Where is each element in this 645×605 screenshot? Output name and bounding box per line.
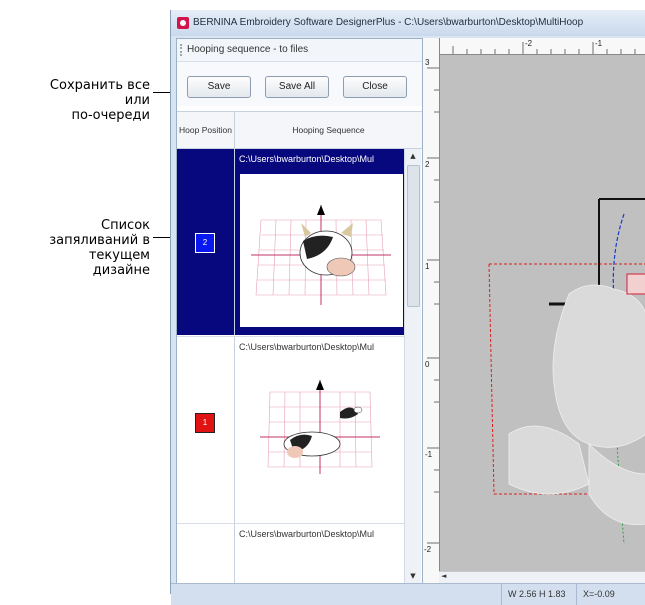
hooping-sequence-cell: C:\Users\bwarburton\Desktop\Mul (235, 524, 404, 584)
button-bar: Save Save All Close (177, 62, 422, 106)
design-thumbnail (240, 174, 403, 327)
ruler-label: -2 (424, 545, 432, 554)
save-button[interactable]: Save (187, 76, 251, 98)
hoop-position-cell: 1 (177, 337, 235, 523)
column-hoop-position[interactable]: Hoop Position (177, 112, 235, 148)
title-bar: BERNINA Embroidery Software DesignerPlus… (171, 10, 645, 36)
hoop-position-badge: 2 (195, 233, 215, 253)
ruler-label: 2 (425, 160, 430, 169)
ruler-label: 0 (425, 360, 430, 369)
hooping-sequence-panel: Hooping sequence - to files Save Save Al… (176, 38, 423, 585)
close-button[interactable]: Close (343, 76, 407, 98)
file-path: C:\Users\bwarburton\Desktop\Mul (239, 342, 375, 352)
vertical-ruler: 3 2 1 0 -1 -2 (423, 38, 440, 583)
hooping-sequence-cell: C:\Users\bwarburton\Desktop\Mul (235, 149, 404, 335)
table-row[interactable]: 1 C:\Users\bwarburton\Desktop\Mul (177, 336, 404, 523)
status-bar: W 2.56 H 1.83 X=-0.09 (171, 583, 645, 605)
ruler-label: 3 (425, 58, 430, 67)
status-size: W 2.56 H 1.83 (501, 584, 578, 605)
scroll-thumb[interactable] (407, 165, 420, 307)
drag-grip-icon[interactable] (180, 44, 184, 56)
bernina-logo-icon (177, 17, 189, 29)
save-all-button[interactable]: Save All (265, 76, 329, 98)
scroll-up-icon[interactable]: ▲ (405, 149, 421, 163)
ruler-label: -1 (595, 39, 603, 48)
file-path: C:\Users\bwarburton\Desktop\Mul (239, 154, 375, 164)
design-canvas[interactable]: -2 -1 3 2 1 0 -1 -2 ◄ (423, 38, 645, 584)
ruler-label: 1 (425, 262, 430, 271)
design-thumbnail (240, 362, 401, 482)
hooping-sequence-cell: C:\Users\bwarburton\Desktop\Mul (235, 337, 404, 523)
scroll-down-icon[interactable]: ▼ (405, 569, 421, 583)
window-title: BERNINA Embroidery Software DesignerPlus… (193, 17, 584, 28)
hoop-position-cell (177, 524, 235, 584)
file-path: C:\Users\bwarburton\Desktop\Mul (239, 529, 375, 539)
table-row[interactable]: C:\Users\bwarburton\Desktop\Mul (177, 523, 404, 584)
hoop-position-badge: 1 (195, 413, 215, 433)
ruler-label: -1 (425, 450, 433, 459)
callout-save-all: Сохранить все или по-очереди (49, 78, 150, 123)
embroidery-preview (488, 198, 645, 545)
status-coordinates: X=-0.09 (576, 584, 645, 605)
panel-title: Hooping sequence - to files (187, 44, 309, 55)
ruler-ticks (452, 42, 636, 54)
cow-design-image (260, 380, 380, 474)
cow-design-image (251, 205, 391, 305)
table-row[interactable]: 2 C:\Users\bwarburton\Desktop\Mul (177, 149, 404, 335)
table-header: Hoop Position Hooping Sequence (177, 111, 422, 149)
horizontal-ruler: -2 -1 (423, 38, 645, 55)
ruler-ticks (427, 67, 439, 544)
ruler-label: -2 (525, 39, 533, 48)
app-window: BERNINA Embroidery Software DesignerPlus… (170, 10, 645, 605)
callout-hooping-list: Список запяливаний в текущем дизайне (49, 218, 150, 278)
hoop-position-cell: 2 (177, 149, 235, 335)
scroll-left-icon[interactable]: ◄ (441, 572, 446, 580)
column-hooping-sequence[interactable]: Hooping Sequence (235, 112, 422, 148)
vertical-scrollbar[interactable]: ▲ ▼ (404, 149, 421, 583)
panel-header: Hooping sequence - to files (177, 39, 422, 62)
